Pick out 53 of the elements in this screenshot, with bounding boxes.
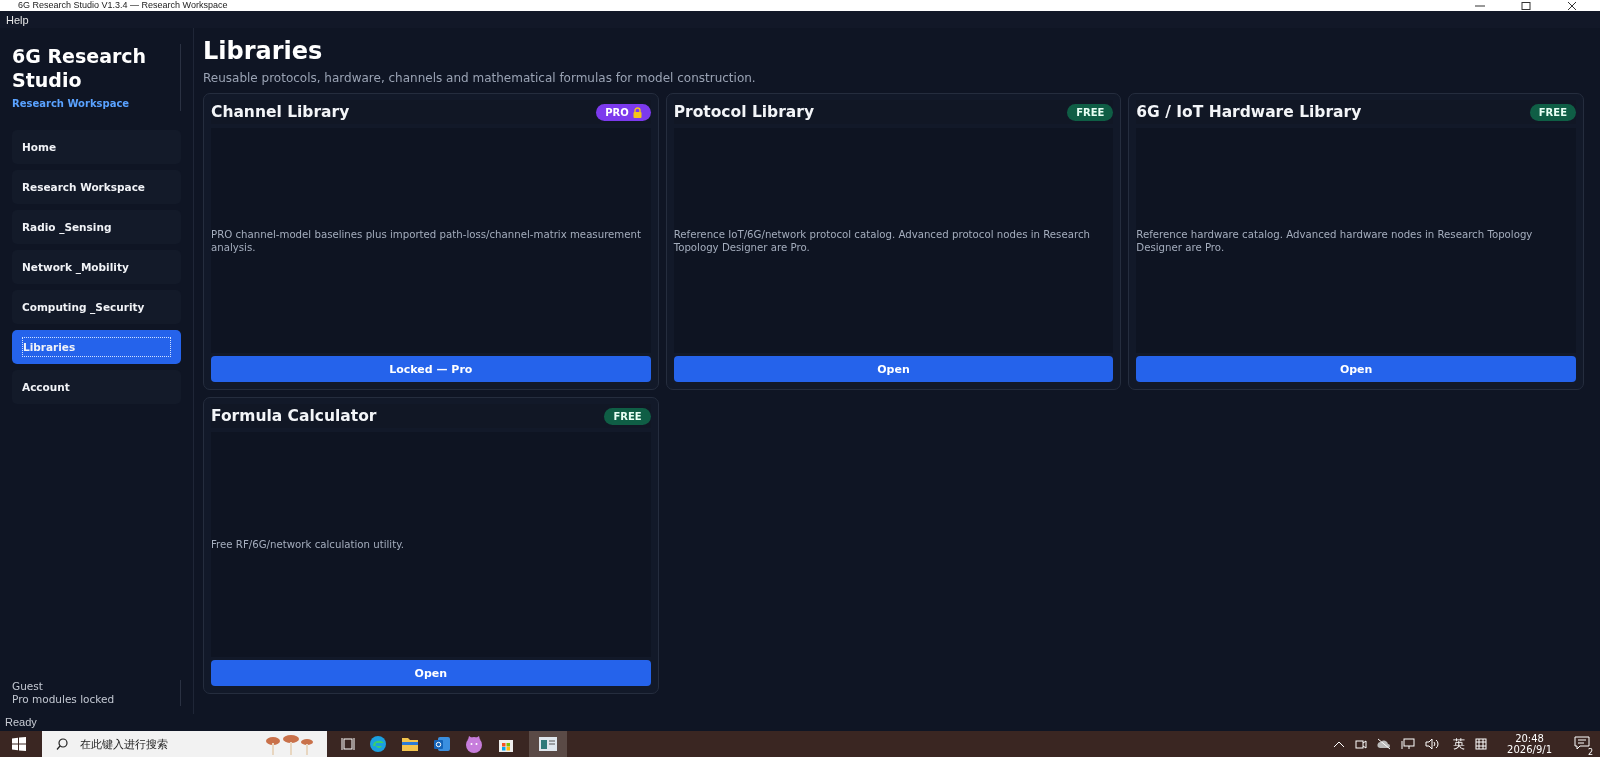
cloud-off-icon[interactable] [1377,738,1392,750]
open-button[interactable]: Locked — Pro [211,356,651,382]
free-badge: FREE [1067,103,1114,121]
browser-icon[interactable] [369,735,387,753]
notification-icon[interactable] [1574,735,1590,750]
open-button[interactable]: Open [673,356,1114,382]
restore-icon[interactable] [1520,1,1532,10]
taskbar-search-field[interactable]: 在此键入进行搜索 [42,731,327,757]
cat-face-icon[interactable] [465,735,483,753]
network-icon[interactable] [1401,738,1416,750]
open-button[interactable]: Open [1136,356,1576,382]
search-icon [56,738,68,750]
card-description: Reference IoT/6G/network protocol catalog. Advanced protocol nodes in Research Topology Designer are Pro. [673,227,1091,254]
card-title: 6G / IoT Hardware Library [1136,103,1362,121]
card-description: Free RF/6G/network calculation utility. [211,538,404,551]
nav-item[interactable]: Network _Mobility [12,250,181,284]
speaker-icon[interactable] [1425,738,1440,750]
pro-badge: PRO [596,103,651,121]
card-title: Formula Calculator [211,407,377,425]
camera-icon[interactable] [1355,738,1368,750]
nav-item[interactable]: Computing _Security [12,290,181,324]
nav-item[interactable]: Home [12,130,181,164]
app-window-icon[interactable] [538,736,558,752]
card-title: Protocol Library [673,103,815,121]
user-name: Guest [12,680,44,693]
windows-logo-icon[interactable] [12,737,26,751]
status-text: Ready [4,715,38,730]
card-description: PRO channel-model baselines plus imported path-loss/channel-matrix measurement analysis. [211,227,642,254]
free-badge: FREE [1529,103,1576,121]
card-description: Reference hardware catalog. Advanced hardware nodes in Research Topology Designer are Pro. [1136,227,1534,254]
free-badge: FREE [604,407,651,425]
chevron-up-icon[interactable] [1333,739,1346,749]
mail-app-icon[interactable] [433,735,451,753]
open-button[interactable]: Open [211,660,651,686]
task-view-icon[interactable] [341,737,355,751]
app-subtitle: Research Workspace [12,98,131,109]
close-icon[interactable] [1566,1,1578,10]
nav-item[interactable]: Radio _Sensing [12,210,181,244]
nav-item[interactable]: Research Workspace [12,170,181,204]
nav-item[interactable]: Account [12,370,181,404]
input-method-indicator[interactable]: 英 [1453,735,1466,753]
page-subtitle: Reusable protocols, hardware, channels and mathematical formulas for model construction. [203,71,757,85]
card-title: Channel Library [211,103,350,121]
keyboard-grid-icon[interactable] [1475,738,1488,750]
notification-count: 2 [1586,747,1594,757]
user-status: Pro modules locked [12,693,116,706]
app-name: 6G Research Studio [12,44,148,92]
folder-icon[interactable] [401,736,419,752]
taskbar-clock[interactable]: 20:48 2026/9/1 [1507,733,1552,755]
page-title: Libraries [203,36,324,66]
window-title: 6G Research Studio V1.3.4 — Research Workspace [18,0,228,11]
nav-item[interactable]: Libraries [12,330,181,364]
menu-item[interactable]: Help [6,13,29,26]
